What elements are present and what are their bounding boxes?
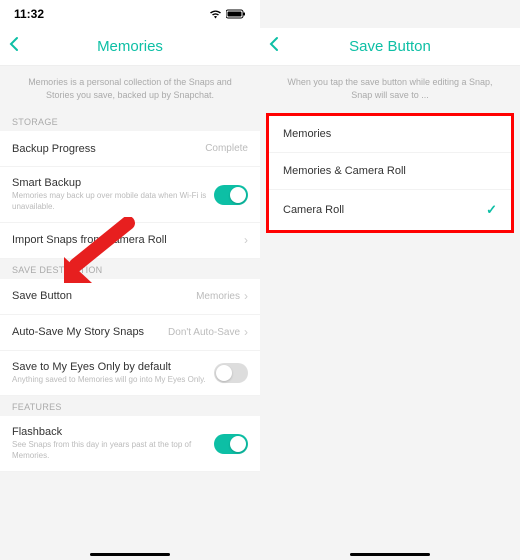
chevron-right-icon: ›	[244, 325, 248, 339]
status-bar: 11:32	[0, 0, 260, 28]
smart-backup-title: Smart Backup	[12, 177, 214, 189]
option-label: Memories	[283, 128, 331, 140]
smart-backup-desc: Memories may back up over mobile data wh…	[12, 191, 214, 212]
myeyes-row[interactable]: Save to My Eyes Only by default Anything…	[0, 351, 260, 396]
page-title: Memories	[97, 38, 163, 55]
backup-progress-value: Complete	[205, 143, 248, 154]
header: Memories	[0, 28, 260, 66]
page-subtext: Memories is a personal collection of the…	[0, 66, 260, 111]
battery-icon	[226, 9, 246, 19]
backup-progress-row[interactable]: Backup Progress Complete	[0, 131, 260, 167]
option-camera-roll[interactable]: Camera Roll ✓	[269, 190, 511, 230]
arrow-annotation	[58, 217, 148, 287]
status-time: 11:32	[14, 7, 44, 21]
home-indicator	[90, 553, 170, 556]
chevron-right-icon: ›	[244, 233, 248, 247]
smart-backup-toggle[interactable]	[214, 185, 248, 205]
myeyes-desc: Anything saved to Memories will go into …	[12, 375, 214, 385]
status-icons	[209, 9, 246, 19]
autosave-value: Don't Auto-Save	[168, 327, 240, 338]
chevron-left-icon	[8, 36, 20, 52]
checkmark-icon: ✓	[486, 202, 497, 218]
save-button-value: Memories	[196, 291, 240, 302]
myeyes-toggle[interactable]	[214, 363, 248, 383]
flashback-title: Flashback	[12, 426, 214, 438]
wifi-icon	[209, 9, 222, 19]
options-highlighted-box: Memories Memories & Camera Roll Camera R…	[266, 113, 514, 233]
flashback-row[interactable]: Flashback See Snaps from this day in yea…	[0, 416, 260, 472]
back-button[interactable]	[8, 35, 20, 58]
page-title: Save Button	[349, 38, 431, 55]
option-label: Camera Roll	[283, 204, 344, 216]
backup-progress-title: Backup Progress	[12, 143, 205, 155]
flashback-desc: See Snaps from this day in years past at…	[12, 440, 214, 461]
chevron-left-icon	[268, 36, 280, 52]
flashback-toggle[interactable]	[214, 434, 248, 454]
page-subtext: When you tap the save button while editi…	[260, 66, 520, 111]
home-indicator	[350, 553, 430, 556]
save-button-title: Save Button	[12, 290, 196, 302]
section-storage-label: STORAGE	[0, 111, 260, 131]
smart-backup-row[interactable]: Smart Backup Memories may back up over m…	[0, 167, 260, 223]
chevron-right-icon: ›	[244, 289, 248, 303]
back-button[interactable]	[268, 35, 280, 58]
header: Save Button	[260, 28, 520, 66]
section-features-label: FEATURES	[0, 396, 260, 416]
memories-screen: 11:32 Memories Memories is a personal co…	[0, 0, 260, 560]
myeyes-title: Save to My Eyes Only by default	[12, 361, 214, 373]
option-memories-camera-roll[interactable]: Memories & Camera Roll	[269, 153, 511, 190]
option-label: Memories & Camera Roll	[283, 165, 406, 177]
option-memories[interactable]: Memories	[269, 116, 511, 153]
save-button-screen: Save Button When you tap the save button…	[260, 0, 520, 560]
autosave-row[interactable]: Auto-Save My Story Snaps Don't Auto-Save…	[0, 315, 260, 351]
autosave-title: Auto-Save My Story Snaps	[12, 326, 168, 338]
